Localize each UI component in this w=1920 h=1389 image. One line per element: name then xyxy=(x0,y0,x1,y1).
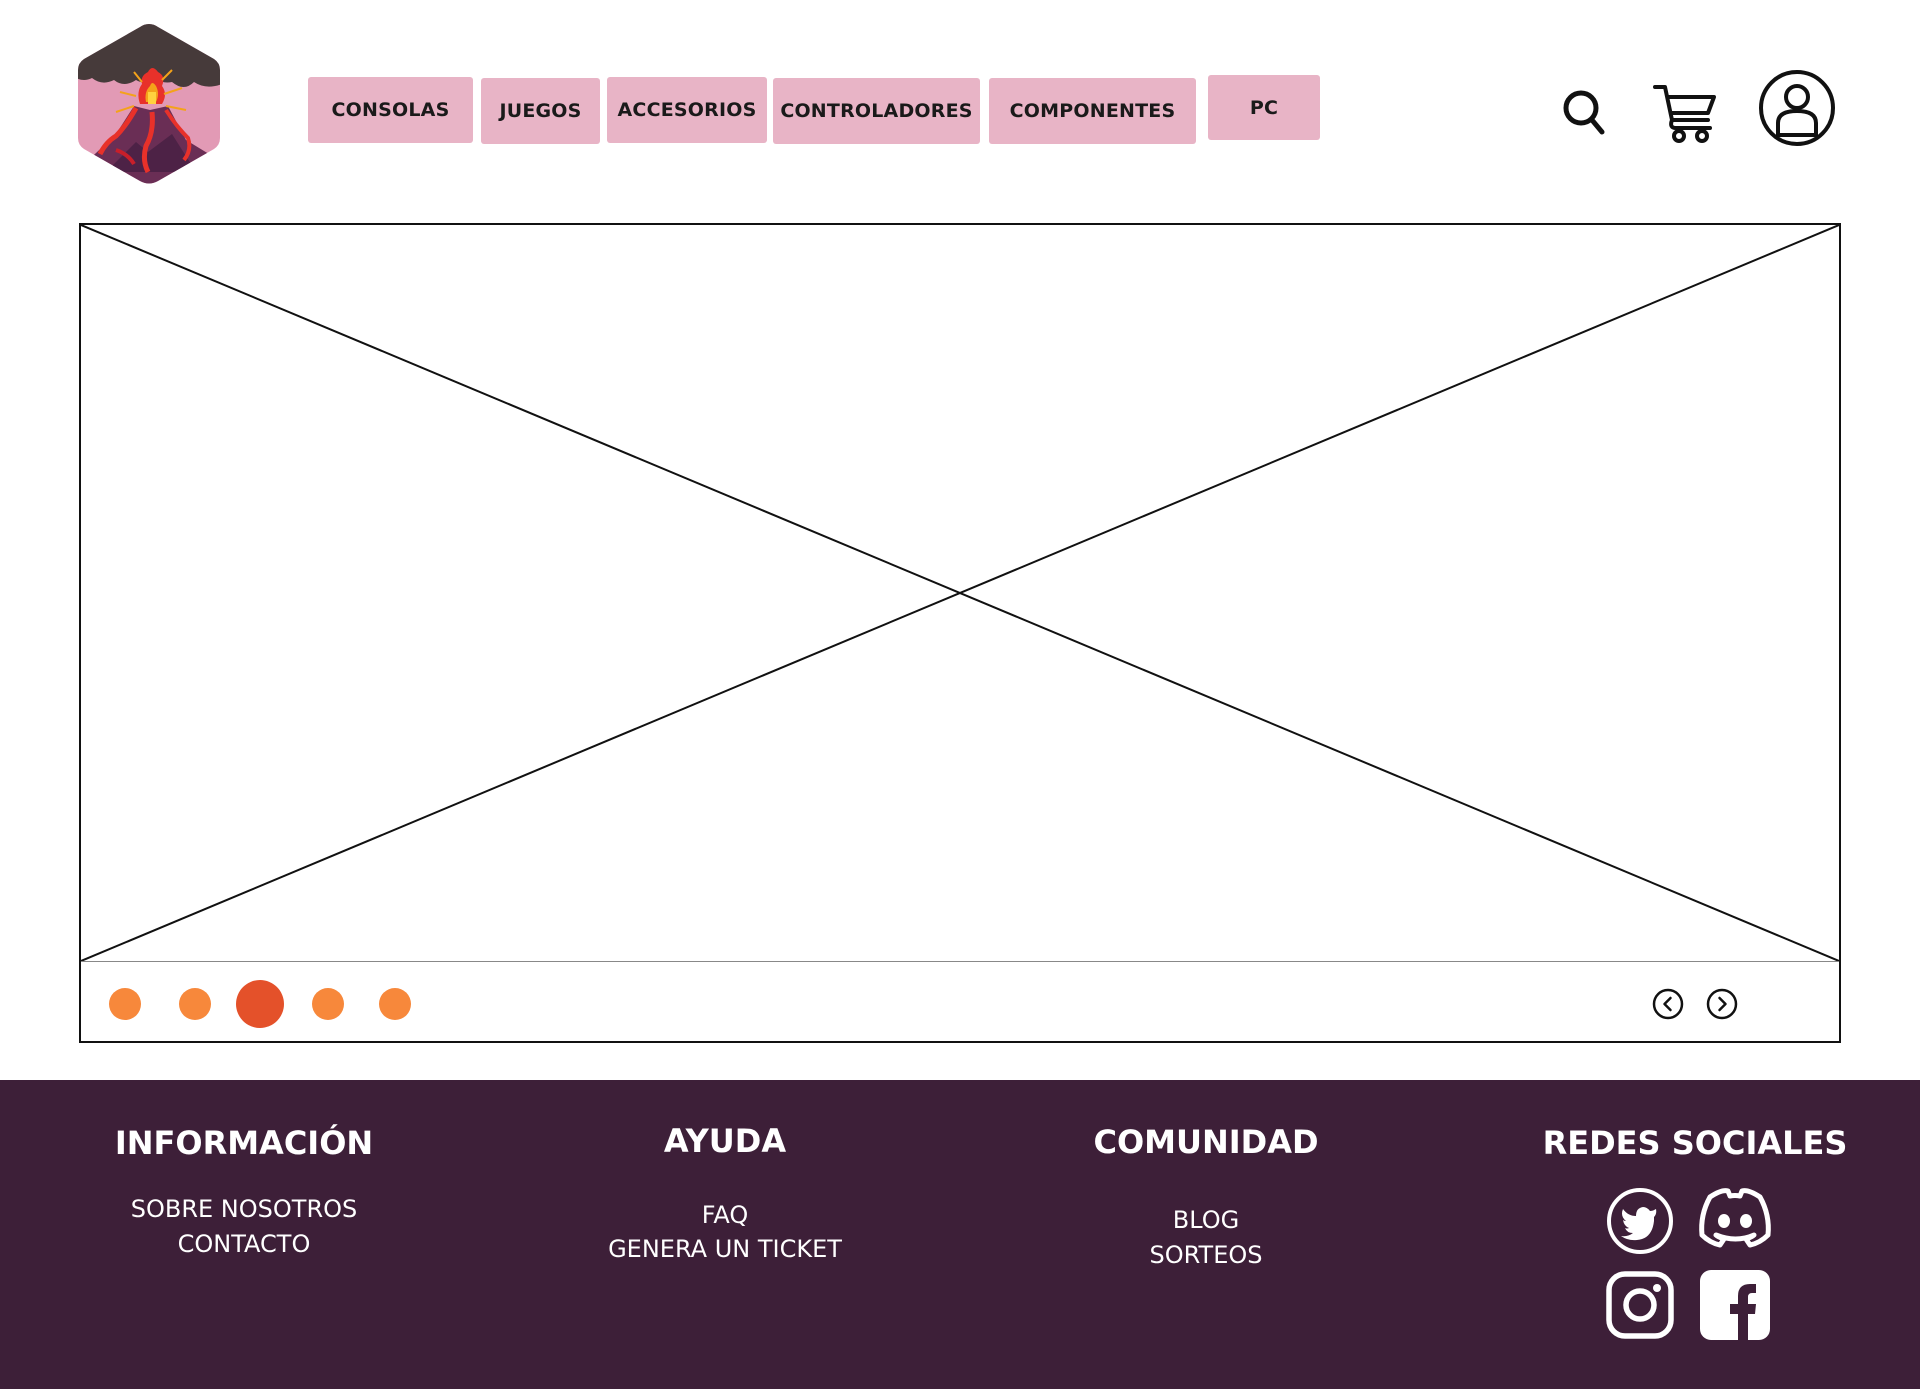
search-icon[interactable] xyxy=(1562,88,1606,136)
footer-col-redes-sociales: REDES SOCIALES xyxy=(1495,1124,1895,1162)
footer-title-comunidad: COMUNIDAD xyxy=(1093,1123,1319,1161)
site-footer: INFORMACIÓN SOBRE NOSOTROS CONTACTO AYUD… xyxy=(0,1080,1920,1389)
discord-icon[interactable] xyxy=(1696,1185,1774,1249)
volcano-hexagon-logo[interactable] xyxy=(76,22,222,186)
hero-carousel xyxy=(79,223,1841,1043)
carousel-image-placeholder[interactable] xyxy=(81,225,1839,961)
footer-title-informacion: INFORMACIÓN xyxy=(114,1124,374,1162)
footer-col-comunidad: COMUNIDAD BLOG SORTEOS xyxy=(1006,1123,1406,1273)
footer-title-redes-sociales: REDES SOCIALES xyxy=(1542,1124,1848,1162)
chevron-right-icon[interactable] xyxy=(1706,988,1738,1020)
footer-link-genera-ticket[interactable]: GENERA UN TICKET xyxy=(525,1232,925,1266)
twitter-icon[interactable] xyxy=(1606,1187,1674,1255)
nav-pc-button[interactable]: PC xyxy=(1208,75,1320,140)
carousel-dot-4[interactable] xyxy=(312,988,344,1020)
chevron-left-icon[interactable] xyxy=(1652,988,1684,1020)
footer-link-sorteos[interactable]: SORTEOS xyxy=(1006,1238,1406,1273)
carousel-dot-3[interactable] xyxy=(236,980,284,1028)
carousel-dot-5[interactable] xyxy=(379,988,411,1020)
instagram-icon[interactable] xyxy=(1605,1270,1675,1340)
carousel-controls xyxy=(81,961,1839,1042)
cart-icon[interactable] xyxy=(1652,82,1718,144)
footer-link-contacto[interactable]: CONTACTO xyxy=(44,1227,444,1262)
footer-title-ayuda: AYUDA xyxy=(663,1122,787,1160)
footer-col-ayuda: AYUDA FAQ GENERA UN TICKET xyxy=(525,1122,925,1266)
user-icon[interactable] xyxy=(1758,69,1836,147)
footer-link-sobre-nosotros[interactable]: SOBRE NOSOTROS xyxy=(44,1192,444,1227)
footer-link-blog[interactable]: BLOG xyxy=(1006,1203,1406,1238)
nav-controladores-button[interactable]: CONTROLADORES xyxy=(773,78,980,144)
nav-componentes-button[interactable]: COMPONENTES xyxy=(989,78,1196,144)
facebook-icon[interactable] xyxy=(1700,1270,1770,1340)
nav-juegos-button[interactable]: JUEGOS xyxy=(481,78,600,144)
carousel-dot-2[interactable] xyxy=(179,988,211,1020)
nav-consolas-button[interactable]: CONSOLAS xyxy=(308,77,473,143)
carousel-dot-1[interactable] xyxy=(109,988,141,1020)
footer-col-informacion: INFORMACIÓN SOBRE NOSOTROS CONTACTO xyxy=(44,1124,444,1262)
footer-link-faq[interactable]: FAQ xyxy=(525,1198,925,1232)
nav-accesorios-button[interactable]: ACCESORIOS xyxy=(607,77,767,143)
